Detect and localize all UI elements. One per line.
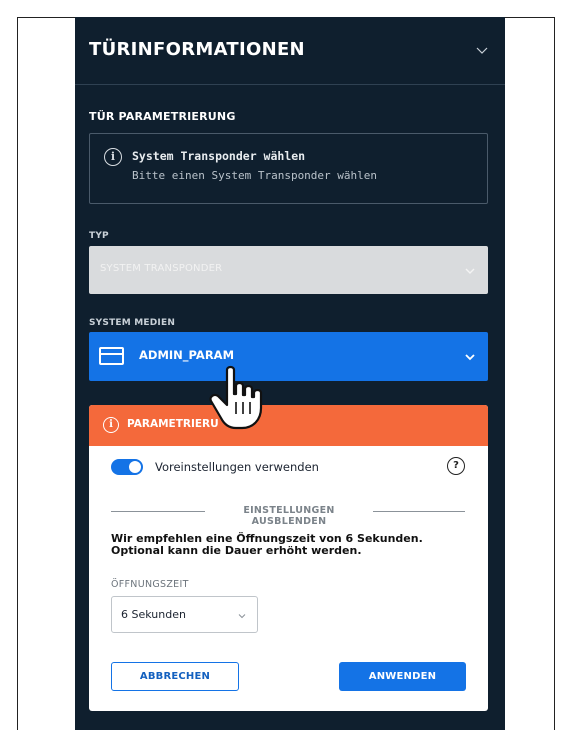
- toggle-label: Voreinstellungen verwenden: [155, 460, 319, 474]
- oeffnungszeit-value: 6 Sekunden: [121, 608, 186, 621]
- cancel-button[interactable]: ABBRECHEN: [111, 662, 239, 691]
- voreinstellungen-toggle[interactable]: [111, 459, 143, 475]
- system-medien-select[interactable]: ADMIN_PARAM: [89, 332, 488, 381]
- system-medien-label: SYSTEM MEDIEN: [89, 318, 176, 328]
- chevron-down-icon: [465, 268, 475, 274]
- chevron-down-icon: [238, 614, 246, 619]
- chevron-down-icon[interactable]: [475, 43, 489, 57]
- section-heading: TÜR PARAMETRIERUNG: [89, 110, 236, 123]
- oeffnungszeit-label: ÖFFNUNGSZEIT: [111, 579, 189, 590]
- separator-line-right: [373, 511, 465, 512]
- apply-button[interactable]: ANWENDEN: [339, 662, 466, 691]
- door-info-panel: TÜRINFORMATIONEN TÜR PARAMETRIERUNG i Sy…: [75, 17, 505, 730]
- info-title: System Transponder wählen: [132, 149, 306, 163]
- info-icon: i: [103, 417, 119, 433]
- toggle-settings-link[interactable]: EINSTELLUNGEN AUSBLENDEN: [205, 505, 373, 527]
- card-icon: [99, 347, 124, 365]
- separator-line-left: [111, 511, 205, 512]
- info-icon: i: [104, 148, 122, 166]
- info-box: i System Transponder wählen Bitte einen …: [89, 133, 488, 204]
- system-medien-value: ADMIN_PARAM: [139, 348, 235, 362]
- panel-title: TÜRINFORMATIONEN: [89, 39, 305, 60]
- parametrierung-card: i PARAMETRIERU Voreinstellungen verwende…: [89, 405, 488, 711]
- toggle-knob: [129, 461, 141, 473]
- info-subtitle: Bitte einen System Transponder wählen: [132, 169, 378, 182]
- chevron-down-icon: [465, 354, 475, 361]
- hand-cursor-icon: [209, 365, 263, 430]
- typ-select: SYSTEM TRANSPONDER: [89, 246, 488, 294]
- typ-select-value: SYSTEM TRANSPONDER: [100, 263, 223, 274]
- recommendation-text: Wir empfehlen eine Öffnungszeit von 6 Se…: [111, 532, 423, 557]
- typ-label: TYP: [89, 231, 109, 241]
- help-icon[interactable]: ?: [447, 457, 465, 475]
- card-header: i PARAMETRIERU: [89, 405, 488, 446]
- oeffnungszeit-select[interactable]: 6 Sekunden: [111, 596, 258, 633]
- header-divider: [75, 84, 505, 85]
